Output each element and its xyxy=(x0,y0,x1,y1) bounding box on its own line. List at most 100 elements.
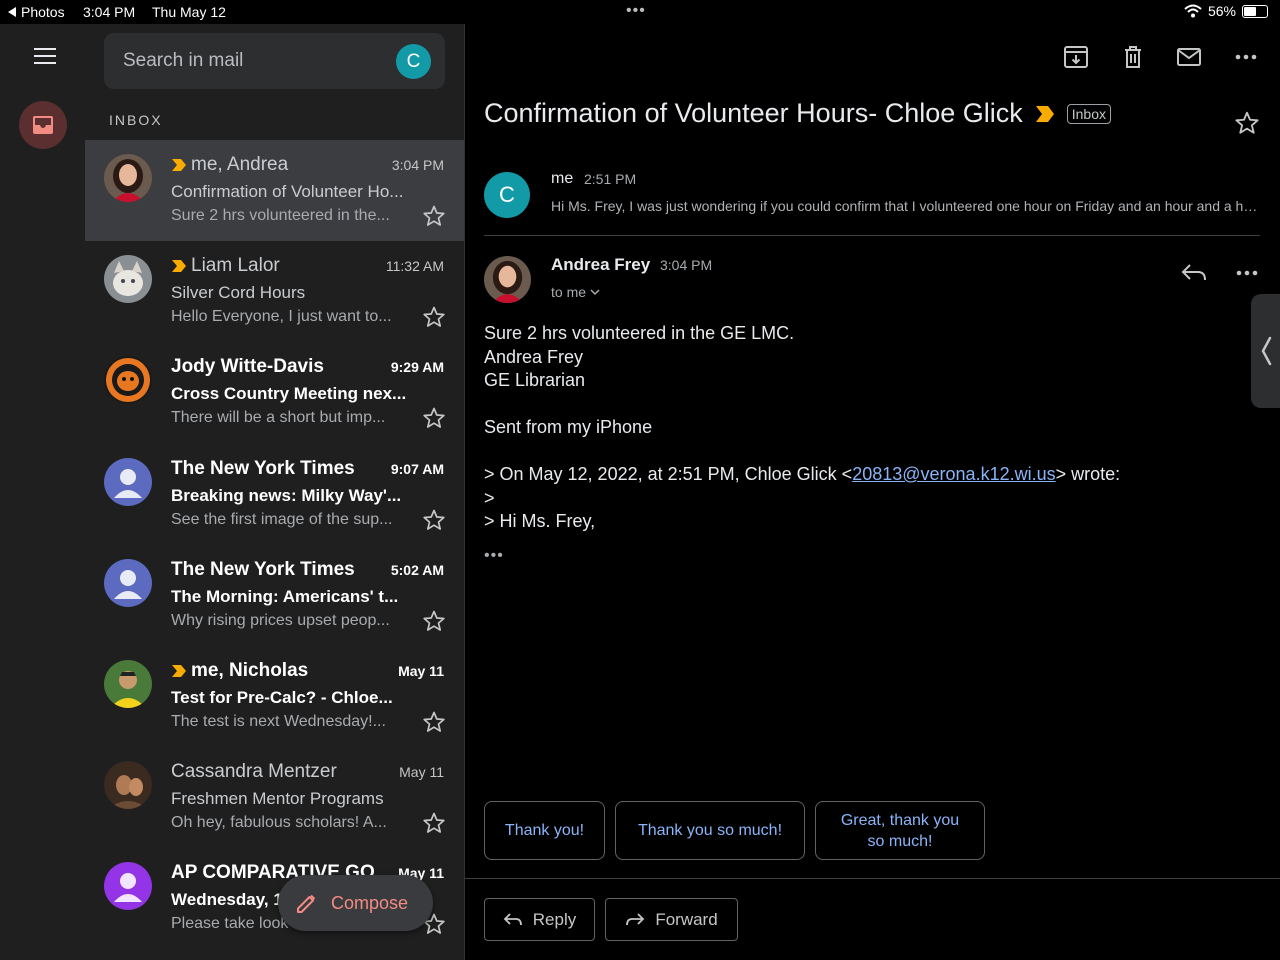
quote-prefix: > On May 12, 2022, at 2:51 PM, Chloe Gli… xyxy=(484,464,853,484)
side-panel-toggle[interactable] xyxy=(1251,294,1280,408)
inbox-label-chip[interactable]: Inbox xyxy=(1066,103,1111,124)
recipients-label: to me xyxy=(551,284,587,300)
mail-list-item[interactable]: Liam Lalor 11:32 AM Silver Cord Hours Hello… xyxy=(85,241,464,342)
search-bar[interactable]: Search in mail C xyxy=(104,33,445,89)
quote-line: > Hi Ms. Frey, xyxy=(484,511,596,531)
compose-button[interactable]: Compose xyxy=(278,875,433,931)
search-input[interactable]: Search in mail xyxy=(123,50,243,72)
sender-avatar xyxy=(104,761,152,810)
show-trimmed-content[interactable]: ••• xyxy=(484,547,504,565)
reading-pane: Confirmation of Volunteer Hours- Chloe G… xyxy=(465,24,1280,960)
mail-list-panel: Search in mail C INBOX me, Andrea 3:04 PM… xyxy=(85,24,465,960)
collapsed-message[interactable]: C me 2:51 PM Hi Ms. Frey, I was just won… xyxy=(484,164,1261,236)
sender-avatar xyxy=(104,659,152,708)
more-icon[interactable] xyxy=(1233,44,1259,70)
star-icon[interactable] xyxy=(422,811,446,835)
battery-percent: 56% xyxy=(1207,3,1236,19)
message-body: Sure 2 hrs volunteered in the GE LMC. An… xyxy=(484,322,1244,534)
quote-suffix: > wrote: xyxy=(1055,464,1121,484)
wifi-icon xyxy=(1184,4,1202,18)
recipients-toggle[interactable]: to me xyxy=(551,284,600,300)
star-icon[interactable] xyxy=(1234,110,1260,136)
mail-time: 11:32 AM xyxy=(385,258,444,275)
star-icon[interactable] xyxy=(422,406,446,430)
chevron-left-icon xyxy=(1261,336,1272,366)
star-icon[interactable] xyxy=(422,204,446,228)
list-title: INBOX xyxy=(109,112,163,128)
chevron-down-icon xyxy=(590,288,600,295)
email-subject: Confirmation of Volunteer Hours- Chloe G… xyxy=(484,98,1023,128)
important-icon xyxy=(172,159,186,171)
mail-list-item[interactable]: Jody Witte-Davis 9:29 AM Cross Country Mee… xyxy=(85,342,464,443)
trash-icon[interactable] xyxy=(1120,44,1146,70)
collapsed-sender: me xyxy=(551,170,574,187)
mail-snippet: See the first image of the sup... xyxy=(171,510,393,528)
star-icon[interactable] xyxy=(422,305,446,329)
mail-list-item[interactable]: Cassandra Mentzer May 11 Freshmen Mentor P… xyxy=(85,747,464,848)
star-icon[interactable] xyxy=(422,710,446,734)
mail-subject: Freshmen Mentor Programs xyxy=(171,789,384,809)
reply-button[interactable]: Reply xyxy=(484,898,595,941)
battery-fill xyxy=(1244,6,1256,16)
mail-subject: Test for Pre-Calc? - Chloe... xyxy=(171,687,393,707)
body-line: Sure 2 hrs volunteered in the GE LMC. xyxy=(484,323,795,343)
hamburger-icon[interactable] xyxy=(34,48,56,64)
status-date: Thu May 12 xyxy=(152,4,226,20)
status-right: 56% xyxy=(1184,3,1268,19)
reply-label: Reply xyxy=(532,909,577,929)
back-to-app[interactable]: Photos xyxy=(8,4,65,20)
footer-divider xyxy=(465,878,1280,879)
smart-reply-chip[interactable]: Thank you! xyxy=(484,801,605,860)
sender-avatar xyxy=(104,255,152,304)
forward-button[interactable]: Forward xyxy=(605,898,738,941)
quote-email-link[interactable]: 20813@verona.k12.wi.us xyxy=(852,464,1055,484)
inbox-rail-button[interactable] xyxy=(19,101,67,149)
archive-icon[interactable] xyxy=(1063,44,1089,70)
battery-icon xyxy=(1242,4,1268,18)
sender-avatar xyxy=(104,356,152,405)
mail-snippet: The test is next Wednesday!... xyxy=(171,712,386,730)
mail-time: 9:07 AM xyxy=(390,460,444,477)
mail-snippet: Hello Everyone, I just want to... xyxy=(171,308,392,326)
star-icon[interactable] xyxy=(422,508,446,532)
mail-sender-text: The New York Times xyxy=(171,558,355,580)
mail-snippet: Why rising prices upset peop... xyxy=(171,611,390,629)
mail-time: 3:04 PM xyxy=(391,157,444,173)
collapsed-time: 2:51 PM xyxy=(584,171,637,187)
sender-avatar: C xyxy=(484,172,530,218)
mail-subject: Cross Country Meeting nex... xyxy=(171,384,407,404)
inbox-icon xyxy=(33,116,53,134)
collapsed-snippet: Hi Ms. Frey, I was just wondering if you… xyxy=(551,198,1261,214)
quote-line: > On May 12, 2022, at 2:51 PM, Chloe Gli… xyxy=(484,463,1244,487)
andrea-avatar xyxy=(484,256,531,303)
back-triangle-icon xyxy=(8,7,16,17)
mail-list-item[interactable]: The New York Times 9:07 AM Breaking news: … xyxy=(85,444,464,545)
important-icon[interactable] xyxy=(1035,105,1055,123)
mail-list-item[interactable]: me, Nicholas May 11 Test for Pre-Calc? - C… xyxy=(85,646,464,747)
mail-list-item[interactable]: me, Andrea 3:04 PM Confirmation of Volunte… xyxy=(85,140,464,242)
mail-sender: Cassandra Mentzer xyxy=(171,761,381,783)
message-more-icon[interactable] xyxy=(1234,260,1260,286)
account-avatar[interactable]: C xyxy=(396,44,431,79)
mail-sender-text: Jody Witte-Davis xyxy=(171,356,324,378)
mail-sender-text: Cassandra Mentzer xyxy=(171,761,337,783)
mail-list-item[interactable]: The New York Times 5:02 AM The Morning: Am… xyxy=(85,545,464,646)
person-photo-icon xyxy=(484,256,531,303)
mail-time: May 11 xyxy=(399,764,444,781)
reply-icon[interactable] xyxy=(1181,262,1207,284)
mail-icon[interactable] xyxy=(1176,44,1202,70)
forward-label: Forward xyxy=(655,909,718,929)
message-time: 3:04 PM xyxy=(660,257,713,273)
sender-avatar xyxy=(104,154,152,202)
mail-list: me, Andrea 3:04 PM Confirmation of Volunte… xyxy=(85,140,464,950)
smart-reply-chip[interactable]: Thank you so much! xyxy=(615,801,805,860)
star-icon[interactable] xyxy=(422,609,446,633)
mail-sender: me, Nicholas xyxy=(171,660,381,682)
multitask-dots-icon[interactable]: ••• xyxy=(626,2,646,20)
smart-reply-chip[interactable]: Great, thank you so much! xyxy=(815,801,985,860)
status-bar: Photos 3:04 PM Thu May 12 ••• 56% xyxy=(0,0,1280,24)
message-sender: Andrea Frey xyxy=(551,255,651,274)
mail-sender-text: The New York Times xyxy=(171,457,355,479)
message-header: Andrea Frey 3:04 PM to me xyxy=(484,254,1260,314)
compose-label: Compose xyxy=(331,892,409,913)
